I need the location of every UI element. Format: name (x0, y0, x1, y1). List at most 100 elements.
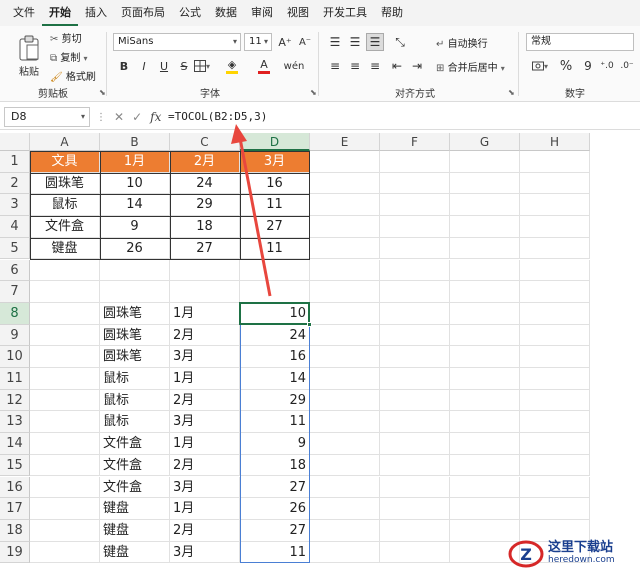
table-cell[interactable]: 14 (100, 194, 170, 217)
currency-icon[interactable]: ▾ (528, 57, 552, 75)
grid-cell[interactable] (310, 368, 380, 390)
column-header[interactable]: H (520, 133, 590, 151)
menu-item[interactable]: 审阅 (244, 0, 280, 26)
percent-button[interactable]: % (558, 57, 574, 75)
column-header[interactable]: D (240, 133, 310, 151)
grid-cell[interactable] (380, 433, 450, 455)
menu-item[interactable]: 帮助 (374, 0, 410, 26)
formula-input[interactable]: =TOCOL(B2:D5,3) (168, 107, 267, 127)
grid-cell[interactable] (380, 194, 450, 217)
row-header[interactable]: 1 (0, 151, 30, 173)
grid-cell[interactable] (30, 476, 100, 499)
column-header[interactable]: A (30, 133, 100, 151)
table-cell[interactable]: 10 (100, 172, 170, 195)
grid-cell[interactable] (310, 259, 380, 282)
result-cell[interactable]: 键盘 (100, 519, 170, 542)
result-cell[interactable]: 3月 (170, 346, 240, 368)
grid-cell[interactable] (380, 237, 450, 260)
grid-cell[interactable] (310, 519, 380, 542)
grid-cell[interactable] (240, 259, 310, 282)
grid-cell[interactable] (30, 519, 100, 542)
grid-cell[interactable] (310, 433, 380, 455)
menu-item[interactable]: 视图 (280, 0, 316, 26)
grid-cell[interactable] (310, 498, 380, 520)
grid-cell[interactable] (310, 389, 380, 412)
grid-cell[interactable] (30, 454, 100, 477)
grid-cell[interactable] (310, 216, 380, 238)
result-cell[interactable]: 1月 (170, 433, 240, 455)
result-cell[interactable]: 2月 (170, 454, 240, 477)
grid-cell[interactable] (30, 541, 100, 564)
grid-cell[interactable] (450, 433, 520, 455)
grid-cell[interactable] (30, 281, 100, 303)
orientation-icon[interactable]: ⤡ (388, 33, 412, 51)
grid-cell[interactable] (380, 346, 450, 368)
result-cell[interactable]: 2月 (170, 519, 240, 542)
format-painter-button[interactable]: 🖌 格式刷 (50, 68, 96, 83)
grid-cell[interactable] (450, 302, 520, 325)
grid-cell[interactable] (520, 281, 590, 303)
grid-cell[interactable] (520, 259, 590, 282)
grid-cell[interactable] (380, 368, 450, 390)
grid-cell[interactable] (310, 172, 380, 195)
column-header[interactable]: C (170, 133, 240, 151)
menu-item[interactable]: 开发工具 (316, 0, 374, 26)
grid-cell[interactable] (450, 172, 520, 195)
grid-cell[interactable] (380, 302, 450, 325)
grid-cell[interactable] (170, 281, 240, 303)
comma-style-button[interactable]: 9 (580, 57, 596, 75)
result-cell[interactable]: 圆珠笔 (100, 324, 170, 347)
shrink-font-button[interactable]: A⁻ (296, 33, 314, 51)
borders-button[interactable]: ▾ (190, 57, 214, 75)
alignment-launcher-icon[interactable]: ⬊ (508, 88, 515, 97)
function-icon[interactable]: fx (150, 110, 161, 124)
grid-cell[interactable] (310, 151, 380, 173)
grid-cell[interactable] (520, 411, 590, 434)
table-cell[interactable]: 26 (100, 237, 170, 260)
grid-cell[interactable] (380, 216, 450, 238)
grid-cell[interactable] (520, 498, 590, 520)
grid-cell[interactable] (520, 302, 590, 325)
grid-cell[interactable] (520, 476, 590, 499)
grid-cell[interactable] (450, 476, 520, 499)
row-header[interactable]: 7 (0, 281, 30, 303)
copy-button[interactable]: ⧉ 复制 ▾ (50, 49, 88, 64)
grid-cell[interactable] (520, 172, 590, 195)
grid-cell[interactable] (310, 194, 380, 217)
grid-cell[interactable] (30, 346, 100, 368)
table-cell[interactable]: 29 (170, 194, 240, 217)
italic-button[interactable]: I (136, 57, 152, 75)
menu-item[interactable]: 数据 (208, 0, 244, 26)
table-cell[interactable]: 鼠标 (30, 194, 100, 217)
grid-cell[interactable] (450, 411, 520, 434)
font-size-select[interactable]: 11 ▾ (244, 33, 272, 51)
cut-button[interactable]: ✂ 剪切 (50, 30, 82, 45)
increase-decimal-icon[interactable]: ⁺.0 (598, 57, 616, 75)
column-header[interactable]: B (100, 133, 170, 151)
fill-handle[interactable] (307, 321, 312, 327)
result-cell[interactable]: 键盘 (100, 498, 170, 520)
column-header[interactable]: E (310, 133, 380, 151)
font-launcher-icon[interactable]: ⬊ (310, 88, 317, 97)
table-cell[interactable]: 9 (100, 216, 170, 238)
row-header[interactable]: 4 (0, 216, 30, 238)
row-header[interactable]: 5 (0, 237, 30, 260)
grid-cell[interactable] (30, 302, 100, 325)
column-header[interactable]: G (450, 133, 520, 151)
grid-cell[interactable] (310, 541, 380, 564)
row-header[interactable]: 19 (0, 541, 30, 564)
result-cell[interactable]: 3月 (170, 411, 240, 434)
table-header-cell[interactable]: 2月 (170, 151, 240, 173)
result-cell[interactable]: 圆珠笔 (100, 346, 170, 368)
grid-cell[interactable] (380, 476, 450, 499)
grid-cell[interactable] (450, 151, 520, 173)
table-cell[interactable]: 27 (170, 237, 240, 260)
row-header[interactable]: 16 (0, 476, 30, 499)
grid-cell[interactable] (30, 368, 100, 390)
result-cell[interactable]: 2月 (170, 324, 240, 347)
grid-cell[interactable] (310, 346, 380, 368)
grid-cell[interactable] (310, 281, 380, 303)
grid-cell[interactable] (310, 324, 380, 347)
align-top-icon[interactable]: ☰ (326, 33, 344, 51)
grid-cell[interactable] (520, 368, 590, 390)
